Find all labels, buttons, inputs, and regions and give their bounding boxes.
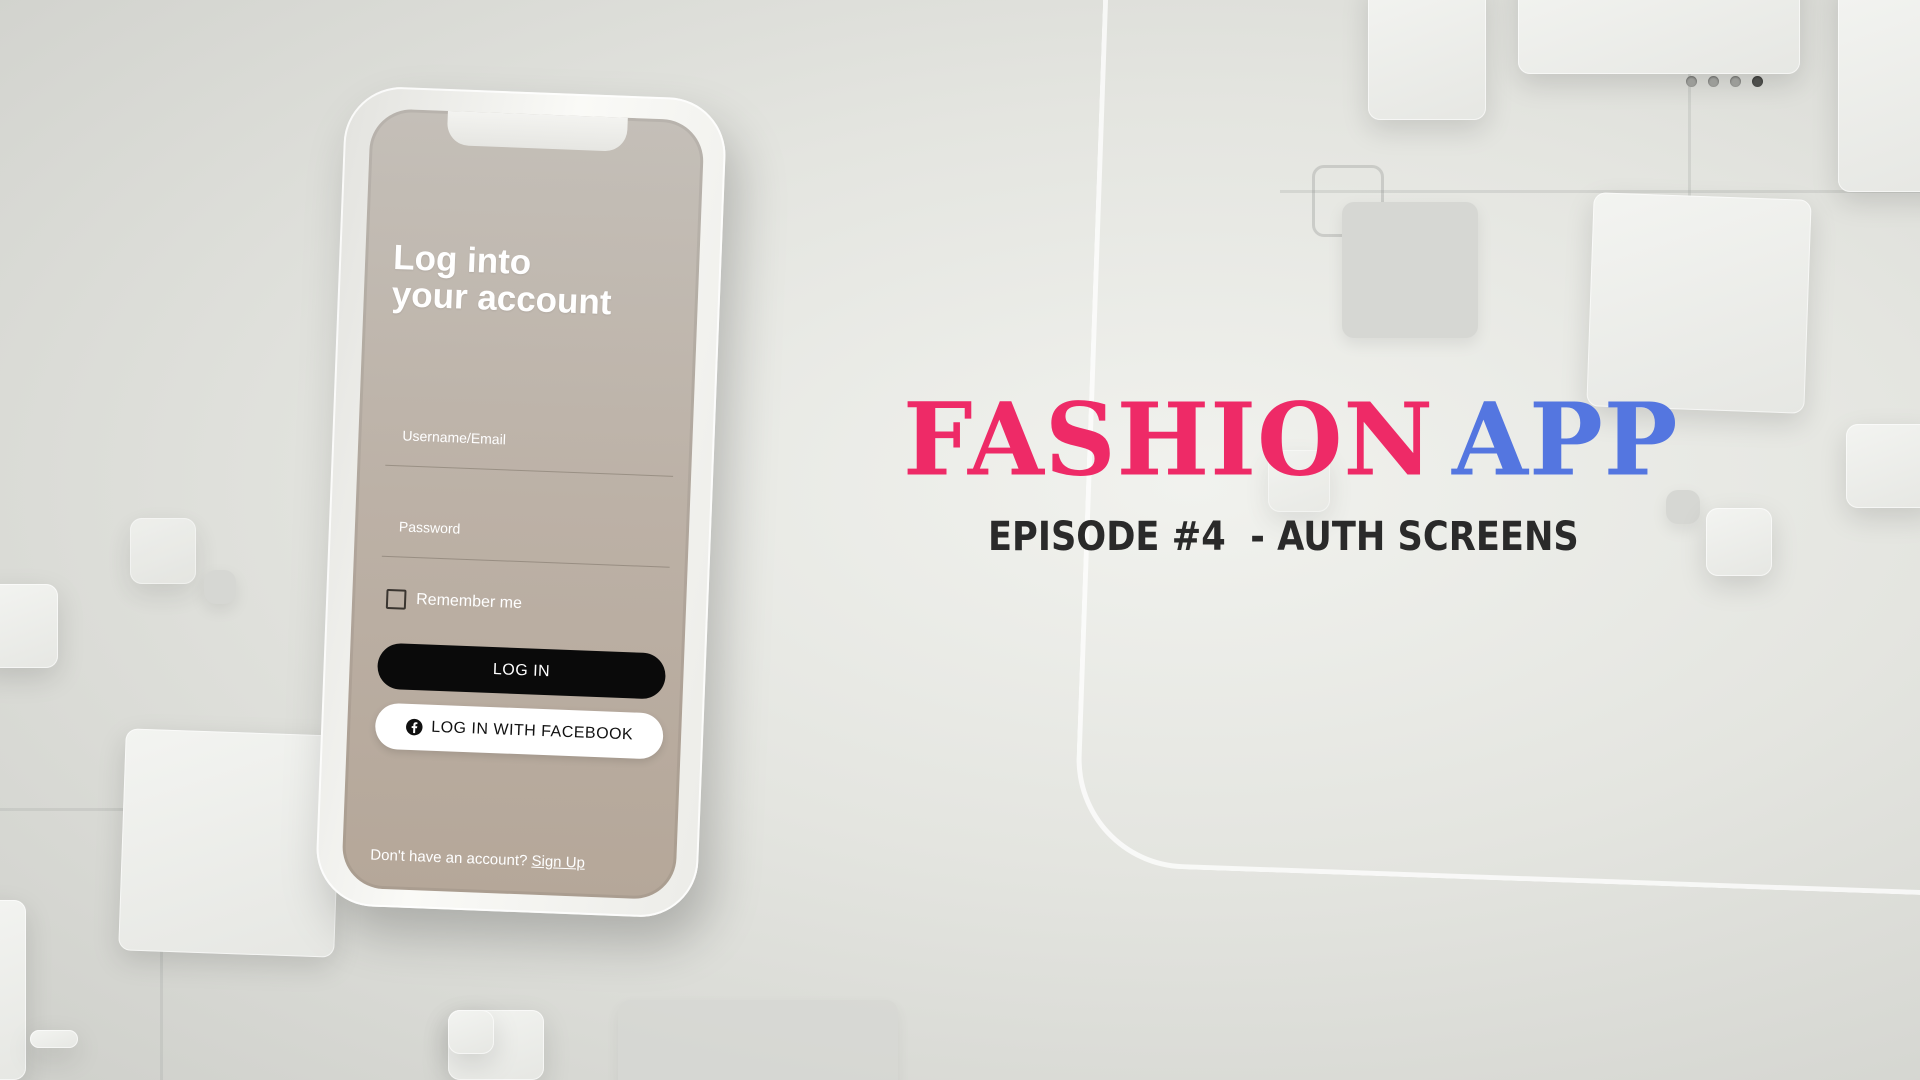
- phone-notch: [446, 108, 628, 152]
- background-tile: [1706, 508, 1772, 576]
- background-tile: [30, 1030, 78, 1048]
- headline-word-fashion: FASHION: [903, 381, 1435, 500]
- slide-dot[interactable]: [1708, 76, 1719, 87]
- remember-me-checkbox[interactable]: [385, 588, 407, 610]
- background-tile: [1342, 202, 1478, 338]
- headline-word-app: APP: [1452, 381, 1679, 500]
- background-tile: [130, 518, 196, 584]
- background-tile: [0, 584, 58, 668]
- background-tile: [204, 570, 236, 604]
- background-tile: [0, 900, 26, 1080]
- slide-dot[interactable]: [1730, 76, 1741, 87]
- background-tile: [1838, 0, 1920, 192]
- scene-background: Log into your account Username/Email Pas…: [0, 0, 1920, 1080]
- background-tile: [118, 728, 342, 958]
- login-button[interactable]: LOG IN: [376, 642, 667, 700]
- login-screen: Log into your account Username/Email Pas…: [341, 107, 705, 901]
- slide-indicator: [1686, 76, 1763, 87]
- password-field[interactable]: Password: [381, 495, 676, 569]
- background-tile: [1846, 424, 1920, 508]
- signup-prompt-text: Don't have an account?: [370, 846, 528, 870]
- headline-title: FASHION APP: [903, 381, 1677, 500]
- remember-me-row[interactable]: Remember me: [385, 588, 523, 614]
- slide-dot-active[interactable]: [1752, 76, 1763, 87]
- password-input[interactable]: [381, 495, 676, 569]
- remember-me-label: Remember me: [415, 591, 523, 613]
- login-title: Log into your account: [391, 238, 684, 324]
- signup-link[interactable]: Sign Up: [531, 853, 585, 872]
- facebook-login-button[interactable]: LOG IN WITH FACEBOOK: [374, 702, 664, 760]
- slide-dot[interactable]: [1686, 76, 1697, 87]
- episode-subtitle: EPISODE #4 - AUTH SCREENS: [988, 514, 1579, 560]
- phone-mockup: Log into your account Username/Email Pas…: [314, 84, 728, 920]
- login-button-label: LOG IN: [492, 661, 551, 681]
- background-tile: [448, 1010, 494, 1054]
- background-tile: [1518, 0, 1800, 74]
- facebook-login-label: LOG IN WITH FACEBOOK: [430, 718, 634, 744]
- background-tile: [1586, 192, 1812, 414]
- signup-prompt: Don't have an account? Sign Up: [370, 846, 585, 871]
- facebook-icon: [406, 718, 423, 736]
- username-input[interactable]: [385, 404, 680, 478]
- background-tile: [618, 1000, 898, 1080]
- username-field[interactable]: Username/Email: [385, 404, 680, 478]
- background-tile: [1368, 0, 1486, 120]
